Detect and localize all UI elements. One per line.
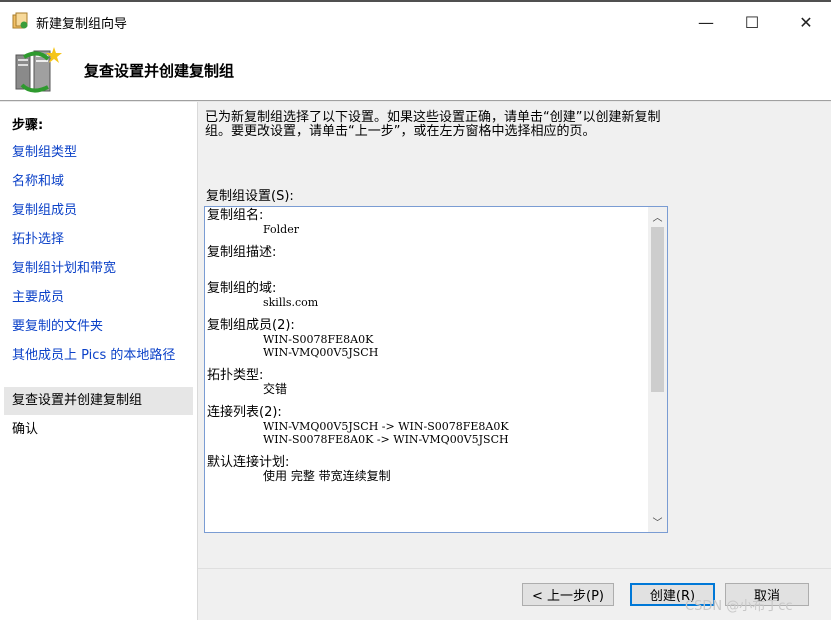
servers-wizard-icon — [15, 47, 62, 93]
minimize-button[interactable]: — — [683, 4, 729, 40]
step-confirmation: 确认 — [12, 422, 39, 437]
vertical-scrollbar[interactable]: ︿ ﹀ — [648, 207, 667, 532]
setting-label: 复制组成员(2): — [207, 318, 295, 333]
steps-heading: 步骤: — [12, 118, 44, 133]
setting-value: WIN-S0078FE8A0K -> WIN-VMQ00V5JSCH — [263, 433, 509, 446]
setting-group-name: 复制组名: Folder — [207, 208, 648, 237]
content-pane: 已为新复制组选择了以下设置。如果这些设置正确，请单击“创建”以创建新复制组。要更… — [198, 102, 831, 620]
setting-label: 默认连接计划: — [207, 455, 290, 470]
page-title: 复查设置并创建复制组 — [84, 62, 235, 80]
setting-default-schedule: 默认连接计划: 使用 完整 带宽连续复制 — [207, 456, 648, 483]
step-review-and-create[interactable]: 复查设置并创建复制组 — [4, 387, 193, 415]
window-title: 新建复制组向导 — [36, 17, 128, 32]
close-button[interactable]: ✕ — [783, 4, 829, 40]
watermark-text: CSDN @小布丁cc — [685, 599, 793, 614]
setting-value: WIN-VMQ00V5JSCH -> WIN-S0078FE8A0K — [263, 420, 509, 433]
setting-value: skills.com — [263, 296, 319, 309]
back-button[interactable]: < 上一步(P) — [522, 583, 614, 606]
wizard-header: 复查设置并创建复制组 — [0, 40, 831, 100]
setting-label: 复制组描述: — [207, 245, 277, 260]
setting-label: 复制组名: — [207, 208, 264, 223]
setting-topology-type: 拓扑类型: 交错 — [207, 369, 648, 396]
step-name-and-domain[interactable]: 名称和域 — [12, 174, 187, 189]
setting-group-members: 复制组成员(2): WIN-S0078FE8A0K WIN-VMQ00V5JSC… — [207, 318, 648, 360]
scroll-up-arrow-icon[interactable]: ︿ — [648, 209, 667, 225]
scroll-thumb[interactable] — [651, 227, 664, 392]
step-local-path-other-members[interactable]: 其他成员上 Pics 的本地路径 — [12, 348, 187, 363]
scroll-down-arrow-icon[interactable]: ﹀ — [648, 514, 667, 530]
setting-connection-list: 连接列表(2): WIN-VMQ00V5JSCH -> WIN-S0078FE8… — [207, 405, 648, 447]
wizard-app-icon — [12, 12, 28, 29]
setting-value: 交错 — [263, 382, 288, 396]
setting-value: Folder — [263, 223, 299, 236]
title-bar[interactable]: 新建复制组向导 — ☐ ✕ — [0, 2, 831, 40]
maximize-button[interactable]: ☐ — [729, 4, 775, 40]
steps-pane: 步骤: 复制组类型 名称和域 复制组成员 拓扑选择 复制组计划和带宽 主要成员 … — [0, 102, 198, 620]
settings-content: 复制组名: Folder 复制组描述: 复制组的域: skills.com 复制… — [207, 209, 648, 493]
footer-divider — [198, 568, 831, 569]
setting-value: 使用 完整 带宽连续复制 — [263, 469, 391, 483]
step-primary-member[interactable]: 主要成员 — [12, 290, 187, 305]
setting-value: WIN-VMQ00V5JSCH — [263, 346, 379, 359]
step-folders-to-replicate[interactable]: 要复制的文件夹 — [12, 319, 187, 334]
step-topology-selection[interactable]: 拓扑选择 — [12, 232, 187, 247]
settings-listbox[interactable]: 复制组名: Folder 复制组描述: 复制组的域: skills.com 复制… — [204, 206, 668, 533]
setting-value: WIN-S0078FE8A0K — [263, 333, 374, 346]
step-group-members[interactable]: 复制组成员 — [12, 203, 187, 218]
setting-group-description: 复制组描述: — [207, 246, 648, 260]
setting-label: 连接列表(2): — [207, 405, 282, 420]
setting-group-domain: 复制组的域: skills.com — [207, 281, 648, 310]
settings-label: 复制组设置(S): — [206, 189, 294, 204]
step-schedule-and-bandwidth[interactable]: 复制组计划和带宽 — [12, 261, 187, 276]
setting-label: 复制组的域: — [207, 281, 277, 296]
step-replication-group-type[interactable]: 复制组类型 — [12, 145, 187, 160]
setting-label: 拓扑类型: — [207, 368, 264, 383]
instructions-text: 已为新复制组选择了以下设置。如果这些设置正确，请单击“创建”以创建新复制组。要更… — [205, 110, 661, 139]
